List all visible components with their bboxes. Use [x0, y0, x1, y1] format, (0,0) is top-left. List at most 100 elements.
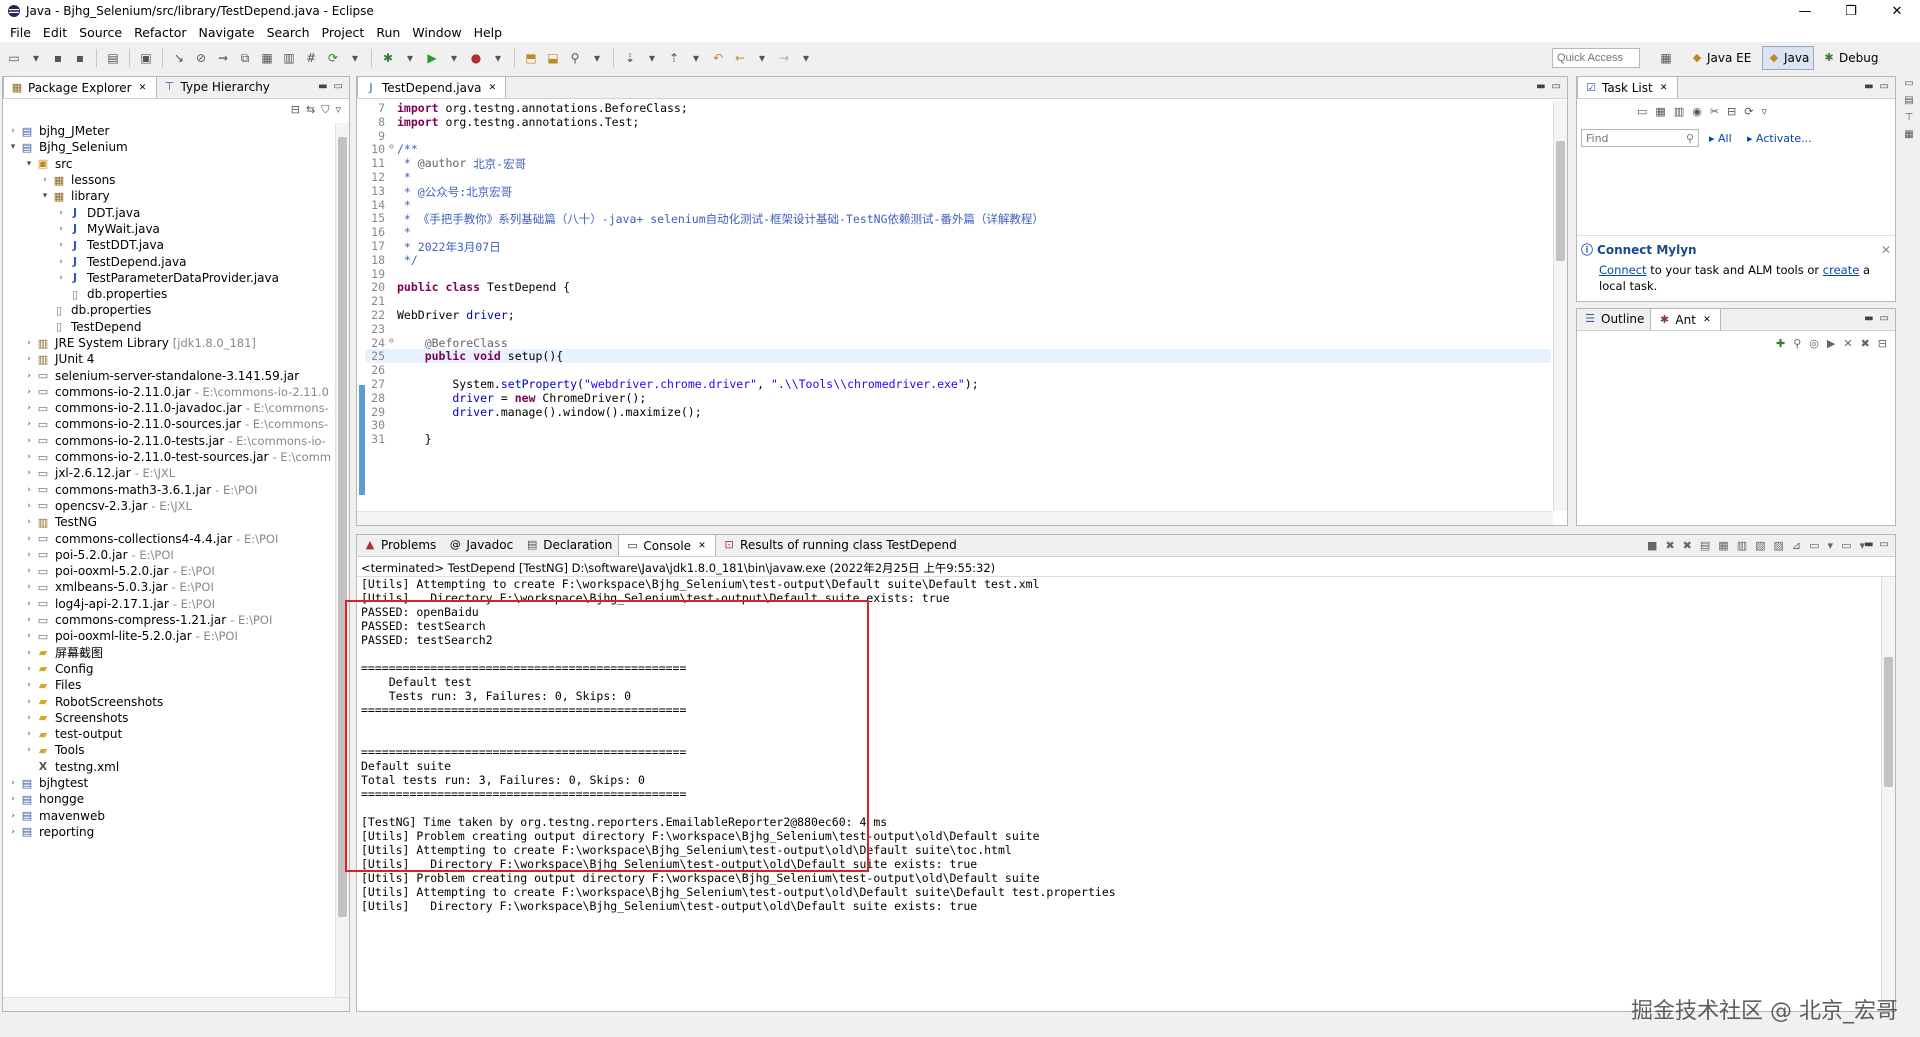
close-icon[interactable]: ✕ [136, 81, 150, 95]
collapsed-twisty-icon[interactable]: › [23, 664, 35, 674]
collapsed-twisty-icon[interactable]: › [55, 224, 67, 234]
tree-item[interactable]: › ▥ JRE System Library [jdk1.8.0_181] [3, 335, 335, 351]
dropdown-icon[interactable]: ▾ [1828, 539, 1834, 552]
sync-icon[interactable]: ⟳ [1744, 105, 1753, 118]
dropdown-icon[interactable]: ▾ [400, 48, 420, 68]
maximize-view-icon[interactable]: ▭ [1880, 539, 1889, 550]
tree-item[interactable]: › ▭ commons-compress-1.21.jar - E:\POI [3, 612, 335, 628]
collapsed-twisty-icon[interactable]: › [23, 697, 35, 707]
maximize-view-icon[interactable]: ▭ [1552, 81, 1561, 92]
dropdown-icon[interactable]: ▾ [26, 48, 46, 68]
minimize-view-icon[interactable]: ▬ [1864, 313, 1873, 324]
skip-breakpoints-icon[interactable]: ⊘ [191, 48, 211, 68]
clear-console-icon[interactable]: ▤ [1700, 539, 1710, 552]
collapsed-twisty-icon[interactable]: › [23, 419, 35, 429]
tree-item[interactable]: › ▰ RobotScreenshots [3, 693, 335, 709]
scrollbar-thumb[interactable] [1556, 141, 1565, 261]
menu-edit[interactable]: Edit [37, 25, 73, 40]
save-icon[interactable]: ▪ [48, 48, 68, 68]
tree-item[interactable]: › ▭ commons-io-2.11.0.jar - E:\commons-io-2… [3, 384, 335, 400]
collapsed-twisty-icon[interactable]: › [55, 273, 67, 283]
quick-access-input[interactable] [1552, 48, 1640, 68]
menu-refactor[interactable]: Refactor [128, 25, 192, 40]
tree-item[interactable]: › ▤ reporting [3, 824, 335, 840]
terminate-icon[interactable]: ■ [1647, 539, 1657, 552]
dropdown-icon[interactable]: ▾ [686, 48, 706, 68]
tree-item[interactable]: ▯ db.properties [3, 302, 335, 318]
copy-icon[interactable]: ⧉ [235, 48, 255, 68]
perspective-java-ee[interactable]: ◆ Java EE [1686, 46, 1755, 70]
collapsed-twisty-icon[interactable]: › [23, 517, 35, 527]
show-on-error-icon[interactable]: ▨ [1774, 539, 1784, 552]
collapsed-twisty-icon[interactable]: › [23, 582, 35, 592]
dropdown-icon[interactable]: ▾ [642, 48, 662, 68]
debug-icon[interactable]: ✱ [378, 48, 398, 68]
collapsed-twisty-icon[interactable]: › [55, 208, 67, 218]
menu-navigate[interactable]: Navigate [193, 25, 261, 40]
focus-icon[interactable]: ◉ [1692, 105, 1702, 118]
run-icon[interactable]: ▶ [422, 48, 442, 68]
minimize-view-icon[interactable]: ▬ [1864, 81, 1873, 92]
tab-console[interactable]: ▭ Console ✕ [618, 534, 717, 556]
dropdown-icon[interactable]: ▾ [488, 48, 508, 68]
collapsed-twisty-icon[interactable]: › [23, 436, 35, 446]
collapsed-twisty-icon[interactable]: › [23, 713, 35, 723]
toggle-breakpoint-icon[interactable]: ↘ [169, 48, 189, 68]
run-target-icon[interactable]: ▶ [1827, 337, 1835, 350]
collapsed-twisty-icon[interactable]: › [23, 485, 35, 495]
tree-item[interactable]: › ▰ Screenshots [3, 710, 335, 726]
menu-project[interactable]: Project [316, 25, 371, 40]
activate-link[interactable]: ▸ Activate... [1747, 132, 1812, 145]
collapsed-twisty-icon[interactable]: › [23, 631, 35, 641]
close-button[interactable]: ✕ [1874, 0, 1920, 22]
tree-item[interactable]: › ▤ bjhg_JMeter [3, 123, 335, 139]
tree-item[interactable]: › ▭ commons-io-2.11.0-sources.jar - E:\comm… [3, 416, 335, 432]
minimize-view-icon[interactable]: ▬ [318, 81, 327, 92]
tab-problems[interactable]: ▲ Problems [357, 534, 442, 556]
tree-item[interactable]: › ▥ TestNG [3, 514, 335, 530]
word-wrap-icon[interactable]: ▥ [1737, 539, 1747, 552]
open-console-icon[interactable]: ▭ [1841, 539, 1851, 552]
tree-item[interactable]: › ▰ Config [3, 661, 335, 677]
display-console-icon[interactable]: ▭ [1809, 539, 1819, 552]
menu-help[interactable]: Help [468, 25, 509, 40]
link-icon[interactable]: ⇝ [213, 48, 233, 68]
collapsed-twisty-icon[interactable]: › [7, 811, 19, 821]
code-editor[interactable]: 7 import org.testng.annotations.BeforeCla… [365, 101, 1551, 511]
menu-window[interactable]: Window [406, 25, 467, 40]
tree-item[interactable]: › ▥ JUnit 4 [3, 351, 335, 367]
minimize-view-icon[interactable]: ▬ [1536, 81, 1545, 92]
tree-item[interactable]: › ▤ hongge [3, 791, 335, 807]
tree-item[interactable]: › ▦ lessons [3, 172, 335, 188]
stack-icon[interactable]: ▦ [257, 48, 277, 68]
open-perspective-icon[interactable]: ▦ [1656, 48, 1676, 68]
terminal-icon[interactable]: ▣ [136, 48, 156, 68]
scrollbar-thumb[interactable] [1884, 657, 1893, 787]
print-icon[interactable]: ▤ [103, 48, 123, 68]
minimize-view-icon[interactable]: ▬ [1864, 539, 1873, 550]
tree-item[interactable]: › ▭ commons-collections4-4.4.jar - E:\POI [3, 530, 335, 546]
tree-item[interactable]: › ▭ xmlbeans-5.0.3.jar - E:\POI [3, 579, 335, 595]
view-menu-icon[interactable]: ▿ [335, 103, 341, 117]
view-menu-icon[interactable]: ▿ [1761, 105, 1767, 118]
collapse-icon[interactable]: ⊟ [1878, 337, 1887, 350]
tree-item[interactable]: › ▤ bjhgtest [3, 775, 335, 791]
collapsed-twisty-icon[interactable]: › [23, 452, 35, 462]
maximize-view-icon[interactable]: ▭ [1880, 313, 1889, 324]
tree-item[interactable]: › J MyWait.java [3, 221, 335, 237]
tree-item[interactable]: › ▭ opencsv-2.3.jar - E:\JXL [3, 498, 335, 514]
show-on-output-icon[interactable]: ▧ [1755, 539, 1765, 552]
maximize-view-icon[interactable]: ▭ [1880, 81, 1889, 92]
editor-vertical-scrollbar[interactable] [1553, 101, 1567, 511]
restore-icon[interactable]: ▭ [1904, 78, 1913, 89]
tree-horizontal-scrollbar[interactable] [3, 997, 349, 1011]
scroll-lock-icon[interactable]: ▦ [1718, 539, 1728, 552]
close-icon[interactable]: ✕ [1657, 81, 1671, 95]
menu-run[interactable]: Run [370, 25, 406, 40]
hierarchy-icon[interactable]: ⊤ [1905, 112, 1914, 123]
close-icon[interactable]: ✕ [485, 81, 499, 95]
refresh-icon[interactable]: ⟳ [323, 48, 343, 68]
hide-internal-icon[interactable]: ◎ [1809, 337, 1819, 350]
tree-item[interactable]: › ▭ poi-ooxml-5.2.0.jar - E:\POI [3, 563, 335, 579]
tree-item[interactable]: › ▭ commons-io-2.11.0-javadoc.jar - E:\comm… [3, 400, 335, 416]
